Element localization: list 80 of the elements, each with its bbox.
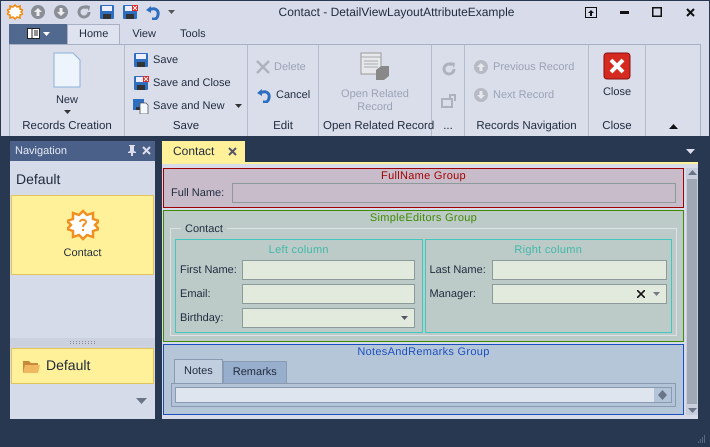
ribbon-button[interactable]: New [16, 48, 118, 118]
ribbon-tab[interactable]: View [120, 24, 168, 44]
group-caption: FullName Group [381, 170, 466, 183]
save-close-icon[interactable] [122, 4, 138, 20]
group-caption: Edit [272, 118, 294, 134]
caret-icon [64, 110, 70, 114]
delete-icon [256, 60, 270, 74]
field-label: Full Name: [171, 186, 224, 201]
nav-group[interactable]: Default [11, 348, 154, 384]
scrollbar[interactable] [654, 388, 671, 402]
text-field[interactable] [242, 260, 415, 280]
ribbon-button[interactable]: Cancel [254, 84, 312, 107]
ribbon-button[interactable]: Save and New [131, 94, 244, 118]
field-label: First Name: [180, 262, 238, 278]
scroll-down-icon[interactable] [658, 394, 667, 400]
text-field[interactable] [232, 182, 676, 203]
scroll-up-icon[interactable] [658, 390, 667, 395]
collapse-icon[interactable] [668, 124, 678, 130]
resize-grip-icon[interactable] [698, 435, 706, 443]
lookup-field[interactable] [492, 284, 667, 304]
gear-icon[interactable] [7, 4, 23, 20]
scroll-up-icon[interactable] [688, 170, 696, 175]
undo-icon [256, 87, 272, 104]
nav-item[interactable]: Contact [11, 194, 154, 275]
memo-field[interactable] [175, 386, 672, 403]
column-caption: Left column [268, 242, 330, 256]
maximize-icon [652, 7, 662, 18]
group-caption: SimpleEditors Group [370, 212, 478, 225]
caret-icon[interactable] [168, 10, 175, 14]
window-icon [360, 52, 390, 82]
panel-title: Navigation [15, 144, 68, 159]
group-caption: ... [442, 118, 454, 134]
grip-icon[interactable] [70, 341, 96, 344]
text-field[interactable] [242, 284, 415, 304]
save-icon[interactable] [99, 4, 115, 20]
group-caption: NotesAndRemarks Group [357, 346, 490, 359]
field-label: Manager: [430, 286, 477, 302]
window-arrow-icon [441, 92, 457, 108]
document-tab[interactable]: Contact [162, 140, 246, 162]
group-caption: Open Related Record [322, 118, 431, 134]
field-label: Birthday: [180, 310, 224, 326]
window-title: Contact - DetailViewLayoutAttributeExample [278, 4, 516, 22]
caret-icon[interactable] [401, 316, 408, 320]
ribbon-button[interactable]: Close [595, 48, 639, 118]
field-label: Email: [180, 286, 212, 302]
panel-icon [26, 28, 40, 40]
save-icon [133, 52, 149, 68]
ribbon-tab[interactable]: Tools [168, 24, 218, 44]
save-new-icon [133, 98, 149, 114]
caret-icon [42, 32, 50, 36]
text-field[interactable] [492, 260, 667, 280]
group-caption: Close [601, 118, 633, 134]
save-close-icon [133, 75, 149, 92]
caret-icon[interactable] [686, 148, 696, 154]
group-caption: Records Navigation [475, 118, 578, 134]
clear-icon[interactable] [637, 290, 645, 298]
minimize-icon [620, 10, 628, 14]
field-label: Last Name: [430, 262, 487, 278]
tab[interactable]: Notes [174, 358, 223, 383]
gear-question-icon [66, 208, 98, 241]
column-caption: Right column [513, 242, 584, 256]
refresh-icon [441, 60, 457, 77]
nav-group-header: Default [15, 170, 62, 189]
document-icon [53, 52, 81, 88]
close-icon[interactable] [228, 146, 238, 156]
close-icon [603, 52, 631, 80]
refresh-icon[interactable] [76, 4, 92, 20]
ribbon-button[interactable]: Save and Close [131, 72, 244, 95]
close-icon [686, 8, 694, 17]
group-caption: Records Creation [21, 118, 113, 134]
app-menu-button[interactable] [9, 24, 67, 44]
ribbon-button[interactable]: Save [131, 48, 244, 72]
scroll-down-icon[interactable] [688, 408, 696, 413]
scrollbar[interactable] [686, 168, 698, 415]
undo-icon[interactable] [145, 4, 161, 20]
group-caption: Save [172, 118, 200, 134]
tab[interactable]: Remarks [222, 360, 287, 383]
caret-icon [234, 104, 242, 108]
date-field[interactable] [242, 308, 415, 328]
ribbon-tab[interactable]: Home [67, 24, 120, 44]
